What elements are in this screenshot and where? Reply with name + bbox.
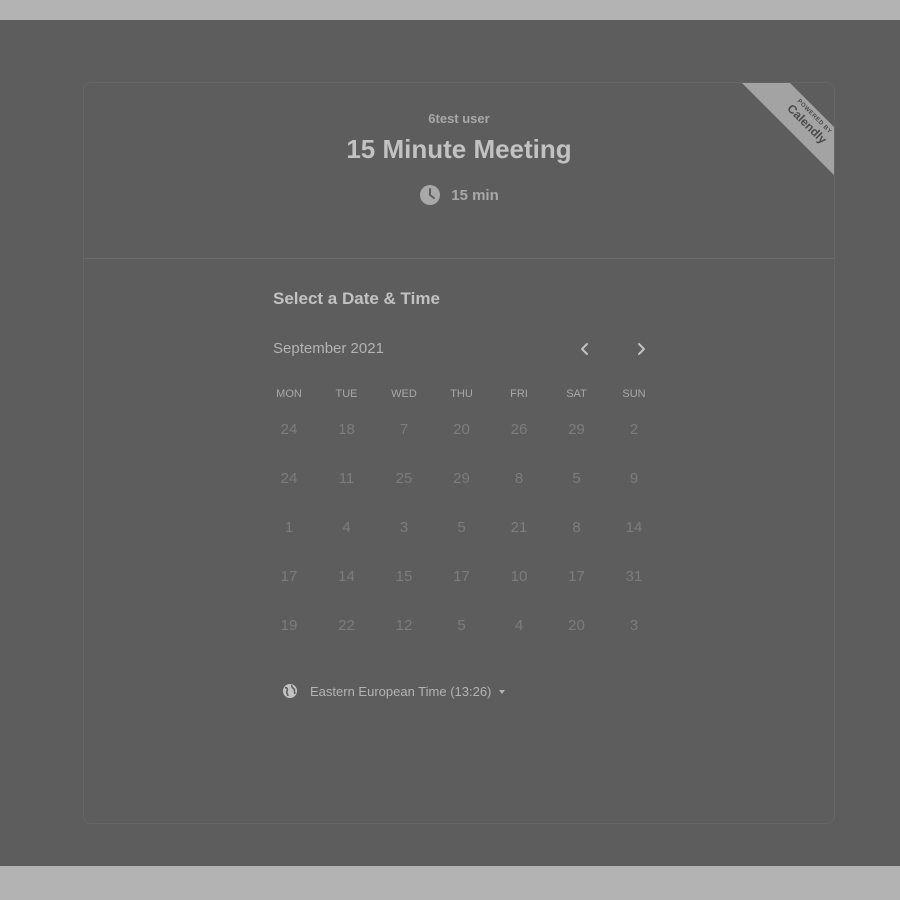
calendar-grid: 24 18 7 20 26 29 2 24 11 25 29 8 5 9 1 4 3 5 21 8 14 17 14 15 17… <box>272 419 652 669</box>
calendar-day: 8 <box>572 519 581 536</box>
weekday-wed: WED <box>391 388 417 400</box>
calendar-day: 20 <box>568 617 585 634</box>
duration-label: 15 min <box>451 186 499 204</box>
modal-overlay: 6test user 15 Minute Meeting 15 min POWE… <box>0 20 900 866</box>
calendar-day: 10 <box>510 568 528 585</box>
calendar-day: 2 <box>629 421 639 438</box>
calendar-day: 9 <box>629 470 639 487</box>
weekday-sun: SUN <box>622 388 646 400</box>
calendly-brand: Calendly <box>784 101 830 147</box>
calendar-day: 24 <box>280 421 298 438</box>
calendar-day: 14 <box>625 519 643 536</box>
chevron-right-icon <box>638 343 645 355</box>
calendar-day: 26 <box>510 421 528 438</box>
calendar-day: 18 <box>338 421 355 438</box>
calendar-day: 24 <box>280 470 298 487</box>
clock-icon <box>420 185 441 205</box>
weekday-tue: TUE <box>335 388 358 400</box>
powered-by-ribbon[interactable]: POWERED BY Calendly <box>722 83 834 195</box>
calendar-day: 12 <box>395 617 413 634</box>
caret-down-icon <box>499 690 506 695</box>
scheduling-card: 6test user 15 Minute Meeting 15 min POWE… <box>83 82 835 824</box>
next-month-button[interactable] <box>631 339 651 359</box>
calendar-day: 17 <box>453 568 470 585</box>
calendar-day: 25 <box>395 470 413 487</box>
month-label: September 2021 <box>273 340 384 357</box>
previous-month-button[interactable] <box>575 339 595 359</box>
timezone-selector[interactable]: Eastern European Time (13:26) <box>282 683 506 699</box>
calendar-day: 8 <box>514 470 524 487</box>
calendar-day: 17 <box>280 568 298 585</box>
weekday-fri: FRI <box>510 388 528 400</box>
calendar-day: 1 <box>284 519 294 536</box>
calendar-day: 29 <box>453 470 470 487</box>
calendar-day: 3 <box>399 519 409 536</box>
calendar-day: 29 <box>568 421 585 438</box>
calendar-day: 19 <box>280 617 298 634</box>
calendar-day: 5 <box>457 617 466 634</box>
calendar-day: 21 <box>510 519 528 536</box>
calendar-day: 17 <box>568 568 585 585</box>
calendar-day: 4 <box>514 617 524 634</box>
calendar-day: 15 <box>395 568 413 585</box>
calendar-day: 5 <box>572 470 581 487</box>
calendar-day: 31 <box>625 568 643 585</box>
calendar-day: 22 <box>338 617 355 634</box>
timezone-label: Eastern European Time (13:26) <box>310 683 492 699</box>
calendar-day: 11 <box>338 470 355 487</box>
weekday-thu: THU <box>450 388 473 400</box>
calendar-day: 14 <box>338 568 355 585</box>
globe-icon <box>283 684 297 698</box>
chevron-left-icon <box>581 343 588 355</box>
weekday-sat: SAT <box>566 388 587 400</box>
weekday-mon: MON <box>276 388 302 400</box>
calendar-day: 20 <box>453 421 470 438</box>
calendar-day: 3 <box>629 617 639 634</box>
section-title: Select a Date & Time <box>273 289 440 308</box>
calendar-day: 5 <box>457 519 466 536</box>
calendar-day: 7 <box>399 421 409 438</box>
calendar-day: 4 <box>342 519 351 536</box>
